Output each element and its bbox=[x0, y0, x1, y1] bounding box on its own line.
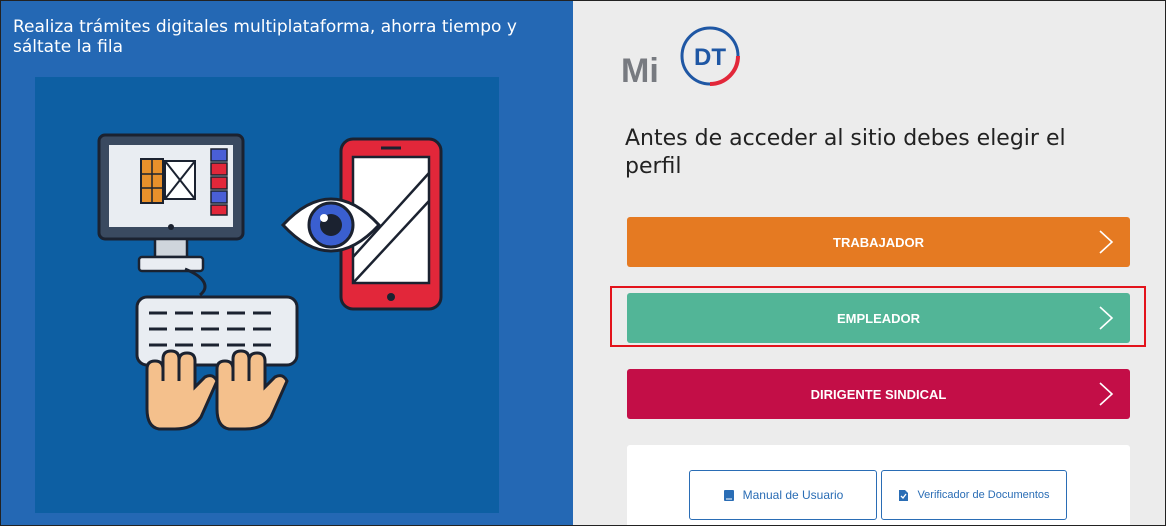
page-frame: Realiza trámites digitales multiplatafor… bbox=[0, 0, 1166, 526]
empleador-button[interactable]: EMPLEADOR bbox=[627, 293, 1130, 343]
document-check-icon bbox=[899, 489, 909, 501]
login-panel: Mi DT Antes de acceder al sitio debes el… bbox=[573, 1, 1165, 525]
keyboard-icon bbox=[135, 295, 299, 367]
verificador-documentos-label: Verificador de Documentos bbox=[917, 489, 1050, 501]
monitor-icon bbox=[97, 133, 245, 297]
dt-logo-icon: DT bbox=[680, 26, 740, 86]
dirigente-sindical-label: DIRIGENTE SINDICAL bbox=[810, 386, 947, 402]
book-icon bbox=[723, 489, 734, 501]
promo-panel: Realiza trámites digitales multiplatafor… bbox=[1, 1, 573, 525]
manual-usuario-label: Manual de Usuario bbox=[742, 488, 844, 502]
manual-usuario-button[interactable]: Manual de Usuario bbox=[689, 470, 877, 520]
resources-panel: Manual de Usuario Verificador de Documen… bbox=[627, 445, 1130, 525]
logo-dt-text: DT bbox=[694, 44, 726, 71]
chevron-right-icon bbox=[1099, 306, 1114, 330]
promo-tagline: Realiza trámites digitales multiplatafor… bbox=[13, 17, 517, 57]
trabajador-label: TRABAJADOR bbox=[833, 234, 924, 250]
verificador-documentos-button[interactable]: Verificador de Documentos bbox=[881, 470, 1067, 520]
empleador-label: EMPLEADOR bbox=[836, 310, 921, 326]
chevron-right-icon bbox=[1099, 230, 1114, 254]
dirigente-sindical-button[interactable]: DIRIGENTE SINDICAL bbox=[627, 369, 1130, 419]
logo-mi-text: Mi bbox=[621, 52, 659, 90]
chevron-right-icon bbox=[1099, 382, 1114, 406]
page-heading: Antes de acceder al sitio debes elegir e… bbox=[625, 126, 1066, 179]
trabajador-button[interactable]: TRABAJADOR bbox=[627, 217, 1130, 267]
mi-dt-logo: Mi DT bbox=[621, 23, 761, 93]
digital-procedures-illustration bbox=[35, 77, 499, 513]
illustration-svg bbox=[97, 133, 443, 431]
